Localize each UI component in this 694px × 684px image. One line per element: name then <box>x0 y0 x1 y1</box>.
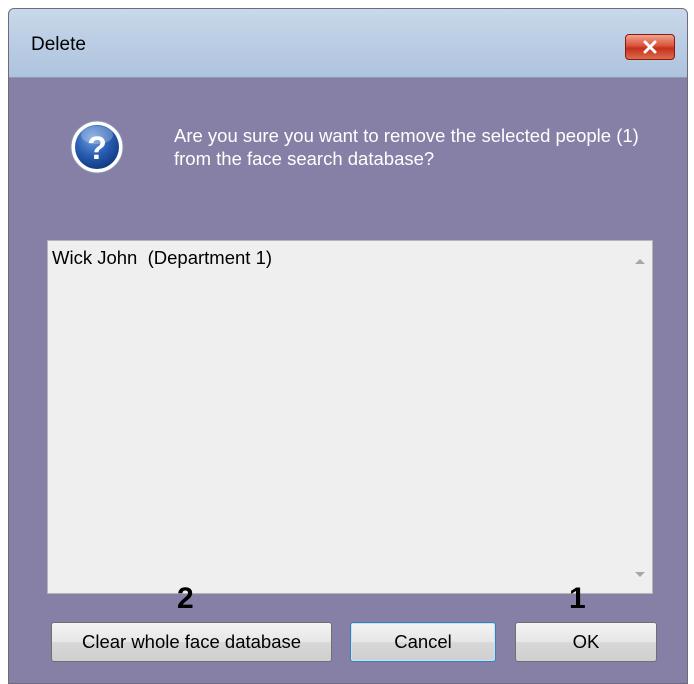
vertical-scrollbar[interactable] <box>628 241 652 593</box>
ok-button[interactable]: OK <box>515 622 657 662</box>
list-item[interactable]: Wick John (Department 1) <box>52 247 272 269</box>
confirmation-message: Are you sure you want to remove the sele… <box>174 125 639 169</box>
svg-text:?: ? <box>87 130 107 166</box>
selected-people-list[interactable]: Wick John (Department 1) <box>47 240 653 594</box>
annotation-marker-2: 2 <box>177 582 194 615</box>
close-icon <box>643 40 657 54</box>
scroll-down-arrow-icon[interactable] <box>635 572 645 577</box>
cancel-button[interactable]: Cancel <box>350 622 496 662</box>
window-title: Delete <box>31 34 86 55</box>
clear-face-database-button[interactable]: Clear whole face database <box>51 622 332 662</box>
scroll-up-arrow-icon[interactable] <box>635 259 645 264</box>
delete-dialog-window: Delete ? Are you sure you want to remove… <box>8 8 688 684</box>
close-button[interactable] <box>625 34 675 60</box>
dialog-content: ? Are you sure you want to remove the se… <box>9 78 687 683</box>
question-icon: ? <box>70 120 124 174</box>
annotation-marker-1: 1 <box>569 582 586 615</box>
title-bar[interactable]: Delete <box>9 9 687 78</box>
